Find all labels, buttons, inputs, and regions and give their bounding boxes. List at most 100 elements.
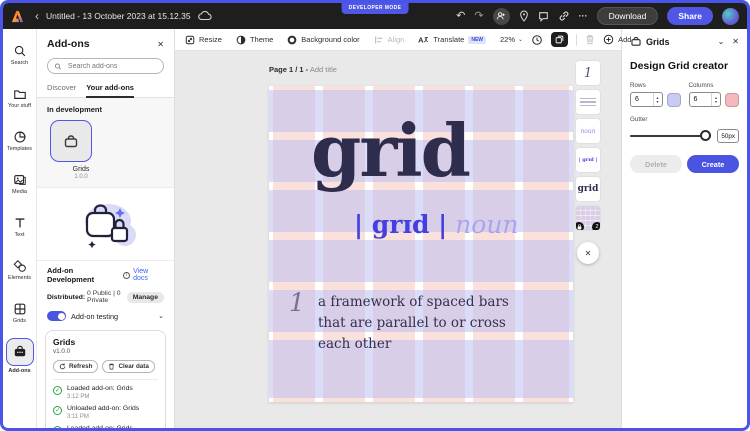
- top-bar: ‹ Untitled - 13 October 2023 at 15.12.35…: [3, 3, 747, 29]
- left-rail: Search Your stuff Templates Media Text E…: [3, 29, 37, 428]
- add-button[interactable]: Add: [603, 34, 631, 45]
- download-button[interactable]: Download: [597, 7, 659, 25]
- gutter-value-field[interactable]: 50px: [717, 129, 739, 143]
- sidebar-item-search[interactable]: Search: [3, 33, 37, 76]
- share-button[interactable]: Share: [667, 7, 713, 25]
- new-badge: NEW: [468, 36, 486, 44]
- layer-thumb-paragraph[interactable]: [575, 89, 601, 115]
- columns-label: Columns: [689, 82, 740, 89]
- sidebar-item-grids[interactable]: Grids: [3, 291, 37, 334]
- rows-label: Rows: [630, 82, 681, 89]
- rows-color-swatch[interactable]: [667, 93, 681, 107]
- cloud-sync-icon: [198, 11, 212, 21]
- sidebar-item-templates[interactable]: Templates: [3, 119, 37, 162]
- lock-icon: [575, 222, 584, 231]
- log-entry: ✓ Loaded add-on: Grids3:12 PM: [53, 385, 158, 400]
- columns-stepper[interactable]: 6 ▴▾: [689, 92, 722, 107]
- add-on-testing-toggle[interactable]: [47, 311, 66, 321]
- close-selection-button[interactable]: ✕: [577, 242, 599, 264]
- view-docs-link[interactable]: View docs: [133, 268, 164, 282]
- active-item-highlight: [6, 338, 34, 366]
- adobe-logo[interactable]: [11, 10, 24, 23]
- collapse-chevron-icon[interactable]: ⌄: [718, 37, 725, 46]
- columns-color-swatch[interactable]: [725, 93, 739, 107]
- folder-icon: [13, 87, 27, 101]
- shapes-icon: [13, 259, 27, 273]
- layer-thumb-grid[interactable]: 2: [575, 205, 601, 231]
- info-icon[interactable]: i: [123, 272, 130, 279]
- rows-stepper[interactable]: 6 ▴▾: [630, 92, 663, 107]
- text-lines: [580, 98, 596, 107]
- canvas-area: Resize Theme Background color Align A Tr…: [175, 29, 621, 428]
- resize-button[interactable]: Resize: [185, 35, 222, 45]
- sidebar-item-text[interactable]: Text: [3, 205, 37, 248]
- gutter-slider-track[interactable]: [630, 135, 711, 137]
- layer-thumb-word[interactable]: grid: [575, 176, 601, 202]
- search-input[interactable]: [66, 62, 157, 71]
- delete-button[interactable]: Delete: [630, 155, 682, 173]
- comment-icon[interactable]: [538, 11, 549, 22]
- invite-people-icon[interactable]: [493, 8, 510, 25]
- add-on-icon: [630, 36, 642, 47]
- search-add-ons-field[interactable]: [47, 58, 164, 74]
- artwork-definition[interactable]: a framework of spaced bars that are para…: [318, 292, 509, 355]
- pin-icon[interactable]: [519, 10, 529, 22]
- chevron-down-icon[interactable]: ⌄: [158, 312, 164, 320]
- close-panel-icon[interactable]: ✕: [732, 37, 739, 46]
- canvas-body: Page 1 / 1 - Add title grid | grɪd | nou…: [175, 51, 621, 428]
- add-ons-panel: Add-ons ✕ Discover Your add-ons In devel…: [37, 29, 175, 428]
- artwork-sense-number[interactable]: 1: [289, 288, 305, 317]
- tab-discover[interactable]: Discover: [47, 80, 76, 97]
- card-add-on-version: v1.0.0: [53, 348, 158, 355]
- layer-thumb-number[interactable]: 1: [575, 60, 601, 86]
- artboard[interactable]: grid | grɪd | noun 1 a framework of spac…: [269, 86, 573, 402]
- manage-button[interactable]: Manage: [127, 292, 164, 303]
- undo-icon[interactable]: ↶: [456, 11, 465, 22]
- templates-icon: [13, 130, 27, 144]
- more-options-icon[interactable]: ···: [579, 12, 588, 21]
- link-icon[interactable]: [558, 10, 570, 22]
- count-badge: 2: [592, 222, 601, 231]
- background-color-button[interactable]: Background color: [287, 35, 359, 45]
- grids-add-on-tile[interactable]: [50, 120, 92, 162]
- layer-thumb-noun[interactable]: noun: [575, 118, 601, 144]
- sidebar-item-your-stuff[interactable]: Your stuff: [3, 76, 37, 119]
- artwork-word[interactable]: grid: [311, 108, 469, 193]
- gutter-slider-knob[interactable]: [700, 130, 711, 141]
- theme-button[interactable]: Theme: [236, 35, 273, 45]
- add-on-dev-tools-button[interactable]: [551, 32, 568, 47]
- sidebar-item-media[interactable]: Media: [3, 162, 37, 205]
- back-chevron-icon[interactable]: ‹: [35, 10, 39, 22]
- sidebar-item-add-ons[interactable]: Add-ons: [3, 334, 37, 377]
- close-panel-icon[interactable]: ✕: [157, 40, 164, 49]
- clear-data-button[interactable]: Clear data: [102, 360, 154, 373]
- stepper-arrows[interactable]: ▴▾: [653, 93, 662, 106]
- divider: [576, 34, 577, 46]
- tab-your-add-ons[interactable]: Your add-ons: [86, 80, 134, 98]
- avatar[interactable]: [722, 8, 739, 25]
- artwork-pronunciation[interactable]: | grɪd | noun: [354, 210, 519, 239]
- stepper-arrows[interactable]: ▴▾: [711, 93, 720, 106]
- history-icon[interactable]: [531, 34, 543, 46]
- grids-add-on-panel: Grids ⌄ ✕ Design Grid creator Rows 6 ▴▾: [621, 29, 747, 428]
- translate-button[interactable]: A Translate NEW: [418, 35, 486, 45]
- section-heading: In development: [47, 105, 164, 114]
- sidebar-item-elements[interactable]: Elements: [3, 248, 37, 291]
- zoom-control[interactable]: 22% ⌄: [500, 35, 523, 44]
- layer-thumb-pronunciation[interactable]: | grɪd |: [575, 147, 601, 173]
- translate-icon: A: [418, 35, 429, 45]
- align-icon: [374, 35, 384, 45]
- trash-icon: [108, 363, 115, 370]
- page-number: Page 1 / 1 -: [269, 65, 308, 74]
- log-entry: ✓ Loaded add-on: Grids3:10 PM: [53, 425, 158, 428]
- resize-icon: [185, 35, 195, 45]
- redo-icon[interactable]: ↷: [474, 11, 483, 22]
- canvas-toolbar: Resize Theme Background color Align A Tr…: [175, 29, 621, 51]
- document-title[interactable]: Untitled - 13 October 2023 at 15.12.35: [46, 11, 191, 21]
- page-title-placeholder[interactable]: Add title: [310, 65, 337, 74]
- design-grid-creator-heading: Design Grid creator: [630, 60, 739, 72]
- refresh-button[interactable]: Refresh: [53, 360, 98, 373]
- create-button[interactable]: Create: [687, 155, 739, 173]
- layer-thumbnails: 1 noun | grɪd | grid 2 ✕: [575, 60, 601, 264]
- tile-label: Grids: [60, 166, 102, 173]
